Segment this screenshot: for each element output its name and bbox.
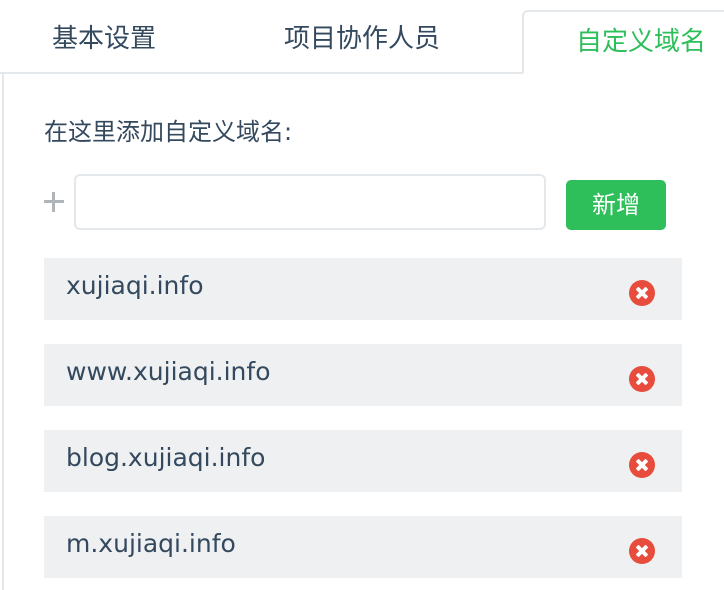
tab-custom-domain[interactable]: 自定义域名 xyxy=(522,10,724,73)
domain-name: m.xujiaqi.info xyxy=(66,529,236,558)
tab-collaborators[interactable]: 项目协作人员 xyxy=(284,0,440,74)
close-circle-icon[interactable] xyxy=(629,452,655,478)
domain-name: xujiaqi.info xyxy=(66,271,204,300)
domain-name: blog.xujiaqi.info xyxy=(66,443,266,472)
domain-list-item: www.xujiaqi.info xyxy=(44,344,682,406)
settings-panel: 基本设置 项目协作人员 自定义域名 在这里添加自定义域名: 新增 xujiaqi… xyxy=(0,0,724,590)
add-domain-button[interactable]: 新增 xyxy=(566,180,666,230)
close-circle-icon[interactable] xyxy=(629,538,655,564)
plus-icon xyxy=(42,190,66,214)
domain-input[interactable] xyxy=(74,174,546,230)
section-heading: 在这里添加自定义域名: xyxy=(44,118,293,146)
tab-custom-domain-label: 自定义域名 xyxy=(576,27,707,57)
tab-basic-settings[interactable]: 基本设置 xyxy=(52,0,156,74)
domain-name: www.xujiaqi.info xyxy=(66,357,271,386)
close-circle-icon[interactable] xyxy=(629,280,655,306)
domain-list-item: m.xujiaqi.info xyxy=(44,516,682,578)
tab-bar: 基本设置 项目协作人员 自定义域名 xyxy=(0,0,724,74)
domain-list-item: blog.xujiaqi.info xyxy=(44,430,682,492)
close-circle-icon[interactable] xyxy=(629,366,655,392)
domain-list-item: xujiaqi.info xyxy=(44,258,682,320)
